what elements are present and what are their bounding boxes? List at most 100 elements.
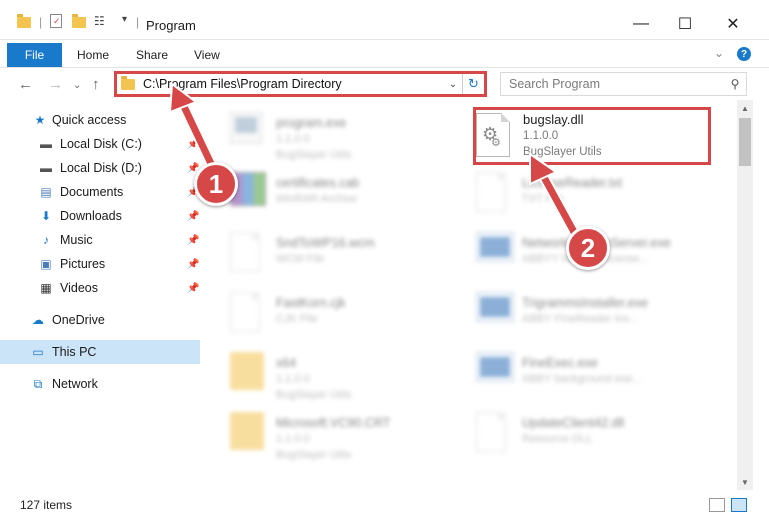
address-path[interactable]: C:\Program Files\Program Directory <box>143 77 444 91</box>
ribbon: File Home Share View ⌄ ? <box>0 40 769 68</box>
file-description: ABBY FineReader Ins... <box>522 313 639 325</box>
customize-icon[interactable]: ☷ <box>94 14 105 28</box>
application-icon <box>476 352 514 396</box>
scroll-up-icon[interactable]: ▲ <box>737 100 753 116</box>
search-placeholder: Search Program <box>509 77 601 91</box>
properties-icon[interactable]: ✓ <box>50 14 62 28</box>
sidebar-item-label: Videos <box>60 281 98 295</box>
status-bar: 127 items <box>0 490 769 528</box>
folder-icon <box>230 412 266 456</box>
document-file-icon <box>476 172 512 216</box>
sidebar-item-label: Downloads <box>60 209 122 223</box>
cloud-icon: ☁ <box>32 313 44 327</box>
list-item[interactable]: Microsoft.VC90.CRT 1.1.0.0 BugSlayer Uti… <box>208 404 458 464</box>
list-item[interactable]: program.exe 1.1.0.0 BugSlayer Utils <box>208 104 458 164</box>
file-name: SndToWP16.wcm <box>276 236 375 250</box>
list-item[interactable]: LicenseReader.txt TXT File <box>454 164 704 224</box>
file-name: FastKorn.cjk <box>276 296 346 310</box>
file-version: 1.1.0.0 <box>276 133 310 145</box>
recent-locations-icon[interactable]: ⌄ <box>73 80 81 91</box>
pin-icon[interactable]: 📌 <box>187 235 199 246</box>
dll-file-icon: ⚙ ⚙ <box>476 113 510 157</box>
sidebar-item-local-disk-d[interactable]: ▬ Local Disk (D:) 📌 <box>0 156 200 180</box>
back-arrow-icon[interactable]: ← <box>18 76 33 93</box>
document-file-icon <box>230 232 266 276</box>
sidebar-item-label: Local Disk (C:) <box>60 137 142 151</box>
sidebar-item-network[interactable]: ⧉ Network <box>0 372 200 396</box>
document-file-icon <box>230 292 266 336</box>
file-name: UpdateClient42.dll <box>522 416 625 430</box>
sidebar-item-onedrive[interactable]: ☁ OneDrive <box>0 308 200 332</box>
file-company: BugSlayer Utils <box>523 146 602 158</box>
search-icon[interactable]: ⚲ <box>724 77 746 91</box>
list-item[interactable]: FastKorn.cjk CJK File <box>208 284 458 344</box>
help-icon[interactable]: ? <box>737 47 751 61</box>
sidebar-item-local-disk-c[interactable]: ▬ Local Disk (C:) 📌 <box>0 132 200 156</box>
pictures-icon: ▣ <box>40 257 52 271</box>
list-item[interactable]: TrigrammsInstaller.exe ABBY FineReader I… <box>454 284 704 344</box>
exe-file-icon <box>230 112 266 156</box>
maximize-button[interactable]: ☐ <box>670 12 700 36</box>
file-version: 1.1.0.0 <box>523 130 559 142</box>
tab-view[interactable]: View <box>194 48 220 62</box>
sidebar-item-music[interactable]: ♪ Music 📌 <box>0 228 200 252</box>
sidebar-item-pictures[interactable]: ▣ Pictures 📌 <box>0 252 200 276</box>
music-icon: ♪ <box>43 233 49 247</box>
list-item[interactable]: UpdateClient42.dll Resource DLL <box>454 404 704 464</box>
address-dropdown-icon[interactable]: ⌄ <box>444 79 462 90</box>
navigation-pane: ★ Quick access ▬ Local Disk (C:) 📌 ▬ Loc… <box>0 100 200 490</box>
pin-icon[interactable]: 📌 <box>187 259 199 270</box>
file-type: CJK File <box>276 313 318 325</box>
new-folder-icon[interactable] <box>72 14 86 28</box>
forward-arrow-icon[interactable]: → <box>48 76 63 93</box>
list-item[interactable]: SndToWP16.wcm WCM File <box>208 224 458 284</box>
file-name: program.exe <box>276 116 347 130</box>
file-name: bugslay.dll <box>523 112 584 127</box>
refresh-icon[interactable]: ↻ <box>462 74 484 94</box>
sidebar-item-documents[interactable]: ▤ Documents 📌 <box>0 180 200 204</box>
gear-icon: ⚙ <box>491 137 501 149</box>
scroll-down-icon[interactable]: ▼ <box>737 474 753 490</box>
close-button[interactable]: ✕ <box>718 12 748 36</box>
sidebar-item-label: OneDrive <box>52 313 105 327</box>
large-icons-view-icon[interactable] <box>731 498 747 512</box>
sidebar-item-downloads[interactable]: ⬇ Downloads 📌 <box>0 204 200 228</box>
file-name: LicenseReader.txt <box>522 176 623 190</box>
vertical-scrollbar[interactable]: ▲ ▼ <box>737 100 753 490</box>
file-description: ABBY background exe... <box>522 373 642 385</box>
pin-icon[interactable]: 📌 <box>187 211 199 222</box>
sidebar-item-videos[interactable]: ▦ Videos 📌 <box>0 276 200 300</box>
file-type: Resource DLL <box>522 433 593 445</box>
sidebar-item-label: This PC <box>52 345 97 359</box>
list-item[interactable]: x64 1.1.0.0 BugSlayer Utils <box>208 344 458 404</box>
callout-step-2: 2 <box>566 226 610 270</box>
scroll-thumb[interactable] <box>739 118 751 166</box>
list-item[interactable]: FineExec.exe ABBY background exe... <box>454 344 704 404</box>
drive-icon: ▬ <box>40 161 52 175</box>
pin-icon[interactable]: 📌 <box>187 139 199 150</box>
sidebar-item-quick-access[interactable]: ★ Quick access <box>0 108 200 132</box>
details-view-icon[interactable] <box>709 498 725 512</box>
file-type: WinRAR Archive <box>276 193 358 205</box>
item-count: 127 items <box>20 498 73 512</box>
pin-icon[interactable]: 📌 <box>187 283 199 294</box>
tab-share[interactable]: Share <box>136 48 168 62</box>
file-company: BugSlayer Utils <box>276 389 352 401</box>
tab-home[interactable]: Home <box>77 48 109 62</box>
search-input[interactable]: Search Program ⚲ <box>500 72 747 96</box>
minimize-button[interactable]: — <box>626 12 656 36</box>
chevron-down-icon[interactable]: ▾ <box>122 14 127 25</box>
address-bar[interactable]: C:\Program Files\Program Directory ⌄ ↻ <box>114 71 487 97</box>
tab-file[interactable]: File <box>7 43 62 67</box>
network-icon: ⧉ <box>33 376 43 391</box>
file-type: WCM File <box>276 253 325 265</box>
window-title: Program <box>146 18 196 33</box>
sidebar-item-this-pc[interactable]: ▭ This PC <box>0 340 200 364</box>
ribbon-collapse-icon[interactable]: ⌄ <box>714 46 724 60</box>
file-name: x64 <box>276 356 297 370</box>
file-company: BugSlayer Utils <box>276 449 352 461</box>
list-item[interactable]: certificates.cab WinRAR Archive <box>208 164 458 224</box>
title-bar: | ✓ ☷ ▾ | Program — ☐ ✕ <box>0 0 769 40</box>
folder-icon <box>17 14 31 28</box>
up-arrow-icon[interactable]: ↑ <box>92 76 100 93</box>
